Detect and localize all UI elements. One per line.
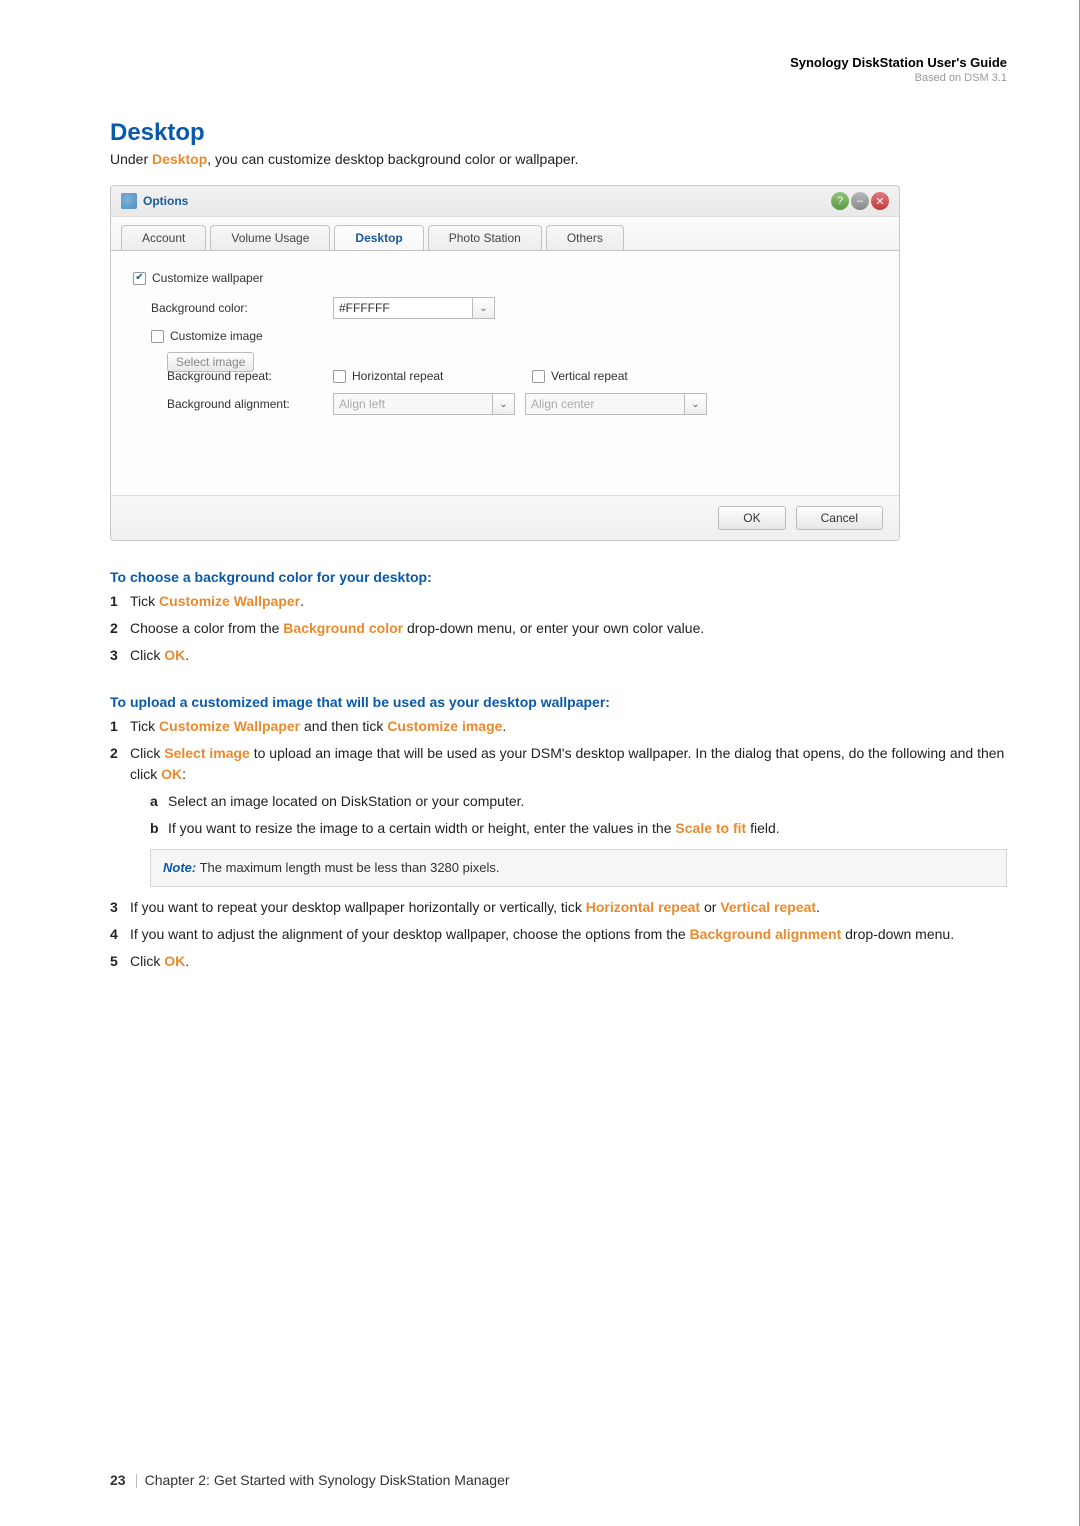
options-icon xyxy=(121,193,137,209)
doc-subtitle: Based on DSM 3.1 xyxy=(110,72,1007,84)
input-bg-color[interactable]: #FFFFFF xyxy=(333,297,473,319)
select-align-h[interactable]: Align left xyxy=(333,393,493,415)
chapter-label: Chapter 2: Get Started with Synology Dis… xyxy=(145,1472,510,1488)
dropdown-align-h[interactable]: ⌄ xyxy=(493,393,515,415)
label-v-repeat: Vertical repeat xyxy=(551,369,628,383)
options-dialog: Options ? – ✕ Account Volume Usage Deskt… xyxy=(110,185,900,541)
dialog-title: Options xyxy=(143,194,188,208)
dialog-footer: OK Cancel xyxy=(111,495,899,540)
close-icon[interactable]: ✕ xyxy=(871,192,889,210)
page-footer: 23 Chapter 2: Get Started with Synology D… xyxy=(110,1472,510,1488)
ok-button[interactable]: OK xyxy=(718,506,785,530)
page-number: 23 xyxy=(110,1472,126,1488)
help-icon[interactable]: ? xyxy=(831,192,849,210)
tab-account[interactable]: Account xyxy=(121,225,206,250)
inst1-step2: Choose a color from the Background color… xyxy=(110,618,1007,639)
instruction-list-1: Tick Customize Wallpaper. Choose a color… xyxy=(110,591,1007,666)
page-header: Synology DiskStation User's Guide Based … xyxy=(110,55,1007,84)
checkbox-customize-image[interactable] xyxy=(151,330,164,343)
note-box: Note: The maximum length must be less th… xyxy=(150,849,1007,887)
checkbox-h-repeat[interactable] xyxy=(333,370,346,383)
tab-desktop[interactable]: Desktop xyxy=(334,225,423,250)
inst2-step1: Tick Customize Wallpaper and then tick C… xyxy=(110,716,1007,737)
dropdown-bg-color[interactable]: ⌄ xyxy=(473,297,495,319)
inst2-step4: If you want to adjust the alignment of y… xyxy=(110,924,1007,945)
section-title: Desktop xyxy=(110,119,1007,147)
instruction-heading-2: To upload a customized image that will b… xyxy=(110,694,1007,710)
inst1-step1: Tick Customize Wallpaper. xyxy=(110,591,1007,612)
dialog-titlebar: Options ? – ✕ xyxy=(111,186,899,217)
instruction-list-2: Tick Customize Wallpaper and then tick C… xyxy=(110,716,1007,972)
tab-others[interactable]: Others xyxy=(546,225,624,250)
label-h-repeat: Horizontal repeat xyxy=(352,369,532,383)
instruction-heading-1: To choose a background color for your de… xyxy=(110,569,1007,585)
tabs: Account Volume Usage Desktop Photo Stati… xyxy=(111,217,899,250)
section-intro: Under Desktop, you can customize desktop… xyxy=(110,151,1007,167)
inst2-step2-sub: Select an image located on DiskStation o… xyxy=(130,791,1007,839)
cancel-button[interactable]: Cancel xyxy=(796,506,883,530)
label-customize-image: Customize image xyxy=(170,329,263,343)
dialog-body: ✔ Customize wallpaper Background color: … xyxy=(111,250,899,495)
checkbox-v-repeat[interactable] xyxy=(532,370,545,383)
tab-photo-station[interactable]: Photo Station xyxy=(428,225,542,250)
inst2-step5: Click OK. xyxy=(110,951,1007,972)
inst1-step3: Click OK. xyxy=(110,645,1007,666)
label-bg-color: Background color: xyxy=(133,301,333,315)
label-bg-alignment: Background alignment: xyxy=(133,397,333,411)
tab-volume-usage[interactable]: Volume Usage xyxy=(210,225,330,250)
label-bg-repeat: Background repeat: xyxy=(133,369,333,383)
inst2-step3: If you want to repeat your desktop wallp… xyxy=(110,897,1007,918)
inst2-step2: Click Select image to upload an image th… xyxy=(110,743,1007,887)
minimize-icon[interactable]: – xyxy=(851,192,869,210)
label-customize-wallpaper: Customize wallpaper xyxy=(152,271,263,285)
inst2-step2a: Select an image located on DiskStation o… xyxy=(150,791,1007,812)
dropdown-align-v[interactable]: ⌄ xyxy=(685,393,707,415)
select-align-v[interactable]: Align center xyxy=(525,393,685,415)
doc-title: Synology DiskStation User's Guide xyxy=(110,55,1007,70)
inst2-step2b: If you want to resize the image to a cer… xyxy=(150,818,1007,839)
checkbox-customize-wallpaper[interactable]: ✔ xyxy=(133,272,146,285)
